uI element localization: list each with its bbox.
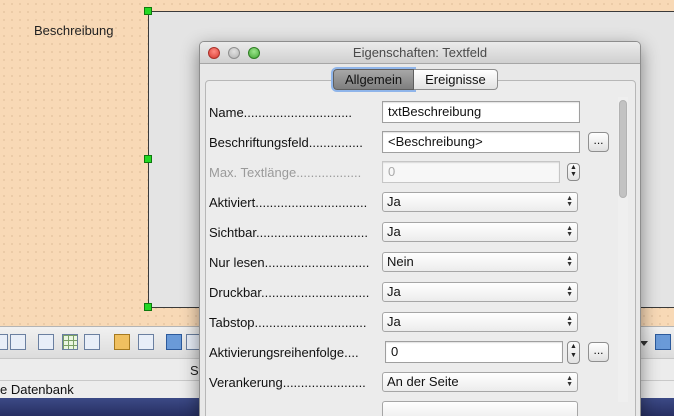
visible-select[interactable]: Ja ▲ ▼ xyxy=(382,222,578,242)
select-value: An der Seite xyxy=(387,374,459,389)
tab-ereignisse[interactable]: Ereignisse xyxy=(414,69,498,90)
select-value: Ja xyxy=(387,314,401,329)
select-value: Ja xyxy=(387,284,401,299)
property-label: Sichtbar............................... xyxy=(209,225,368,240)
property-row-anchor: Verankerung....................... An de… xyxy=(209,367,609,397)
select-value: Nein xyxy=(387,254,414,269)
select-arrows-icon: ▲ ▼ xyxy=(566,255,573,268)
property-row-max-length: Max. Textlänge.................. 0 ▲ ▼ xyxy=(209,157,609,187)
property-row-label-field: Beschriftungsfeld............... <Beschr… xyxy=(209,127,609,157)
property-row-name: Name.............................. txtBe… xyxy=(209,97,609,127)
select-arrows-icon: ▲ ▼ xyxy=(566,225,573,238)
tab-order-input[interactable]: 0 xyxy=(385,341,563,363)
label-field-input[interactable]: <Beschreibung> xyxy=(382,131,580,153)
property-label: Nur lesen............................. xyxy=(209,255,370,270)
tab-order-stepper[interactable]: ▲ ▼ xyxy=(567,341,580,364)
property-row-printable: Druckbar.............................. J… xyxy=(209,277,609,307)
max-length-stepper[interactable]: ▲ ▼ xyxy=(567,163,580,181)
align-icon[interactable] xyxy=(166,334,182,350)
close-window-icon[interactable] xyxy=(208,47,220,59)
properties-scrollbar[interactable] xyxy=(618,97,628,402)
property-row-enabled: Aktiviert...............................… xyxy=(209,187,609,217)
toolbar-more-icon[interactable] xyxy=(655,334,671,350)
tab-order-browse-button[interactable]: ... xyxy=(588,342,609,362)
property-label: Name.............................. xyxy=(209,105,353,120)
select-arrows-icon: ▲ ▼ xyxy=(566,195,573,208)
next-property-select[interactable] xyxy=(382,401,578,416)
property-row-read-only: Nur lesen............................. N… xyxy=(209,247,609,277)
tabstop-select[interactable]: Ja ▲ ▼ xyxy=(382,312,578,332)
property-label: Tabstop............................... xyxy=(209,315,367,330)
property-row-tab-order: Aktivierungsreihenfolge.... 0 ▲ ▼ ... xyxy=(209,337,609,367)
name-input[interactable]: txtBeschreibung xyxy=(382,101,580,123)
open-folder-icon[interactable] xyxy=(114,334,130,350)
property-label: Max. Textlänge.................. xyxy=(209,165,362,180)
dialog-titlebar[interactable]: Eigenschaften: Textfeld xyxy=(200,42,640,64)
description-label-control[interactable]: Beschreibung xyxy=(34,23,114,38)
dialog-title: Eigenschaften: Textfeld xyxy=(352,45,488,60)
design-mode-icon[interactable] xyxy=(138,334,154,350)
properties-dialog: Eigenschaften: Textfeld Allgemein Ereign… xyxy=(199,41,641,416)
property-row-partial xyxy=(209,397,609,416)
toolbar-icon-partial[interactable] xyxy=(0,334,8,350)
property-label: Aktiviert............................... xyxy=(209,195,368,210)
database-status-text: e Datenbank xyxy=(0,382,74,397)
select-value: Ja xyxy=(387,224,401,239)
property-tabs: Allgemein Ereignisse xyxy=(333,69,498,90)
select-arrows-icon: ▲ ▼ xyxy=(566,315,573,328)
scrollbar-thumb[interactable] xyxy=(619,100,627,198)
property-label: Druckbar.............................. xyxy=(209,285,370,300)
label-field-browse-button[interactable]: ... xyxy=(588,132,609,152)
property-row-visible: Sichtbar............................... … xyxy=(209,217,609,247)
property-row-tabstop: Tabstop............................... J… xyxy=(209,307,609,337)
printable-select[interactable]: Ja ▲ ▼ xyxy=(382,282,578,302)
anchor-select[interactable]: An der Seite ▲ ▼ xyxy=(382,372,578,392)
property-label: Aktivierungsreihenfolge.... xyxy=(209,345,359,360)
form-navigator-icon[interactable] xyxy=(84,334,100,350)
resize-handle-middle-left[interactable] xyxy=(144,155,152,163)
resize-handle-bottom-left[interactable] xyxy=(144,303,152,311)
select-value: Ja xyxy=(387,194,401,209)
enabled-select[interactable]: Ja ▲ ▼ xyxy=(382,192,578,212)
property-label: Beschriftungsfeld............... xyxy=(209,135,363,150)
resize-handle-top-left[interactable] xyxy=(144,7,152,15)
tab-allgemein[interactable]: Allgemein xyxy=(333,69,415,90)
form-properties-icon[interactable] xyxy=(38,334,54,350)
select-arrows-icon: ▲ ▼ xyxy=(566,375,573,388)
select-arrows-icon: ▲ ▼ xyxy=(566,285,573,298)
toolbar-dropdown-arrow-icon[interactable] xyxy=(640,341,648,346)
tab-order-icon[interactable] xyxy=(10,334,26,350)
zoom-window-icon[interactable] xyxy=(248,47,260,59)
property-label: Verankerung....................... xyxy=(209,375,366,390)
read-only-select[interactable]: Nein ▲ ▼ xyxy=(382,252,578,272)
max-length-input[interactable]: 0 xyxy=(382,161,560,183)
minimize-window-icon[interactable] xyxy=(228,47,240,59)
grid-icon[interactable] xyxy=(62,334,78,350)
